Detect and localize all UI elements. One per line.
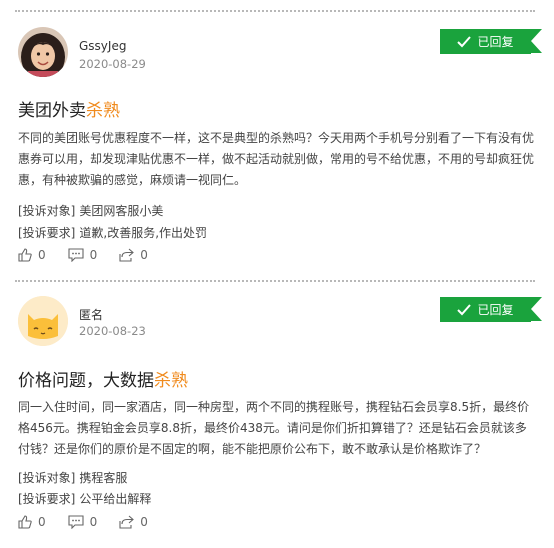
post-date: 2020-08-29 (79, 57, 146, 71)
target-value: 携程客服 (79, 471, 128, 485)
target-label: [投诉对象] (18, 471, 76, 485)
request-label: [投诉要求] (18, 492, 76, 506)
share-icon (119, 248, 135, 262)
request-value: 道歉,改善服务,作出处罚 (79, 226, 208, 240)
replied-badge: 已回复 (440, 297, 542, 322)
post-actions: 0 0 0 (18, 515, 148, 529)
check-icon (457, 303, 472, 315)
check-icon (457, 35, 472, 47)
avatar[interactable] (18, 296, 68, 346)
complaint-target: [投诉对象] 携程客服 (18, 469, 127, 486)
complaint-request: [投诉要求] 公平给出解释 (18, 490, 151, 507)
username[interactable]: GssyJeg (79, 39, 126, 53)
request-value: 公平给出解释 (79, 492, 152, 506)
post-body: 同一入住时间，同一家酒店，同一种房型，两个不同的携程账号，携程钻石会员享8.5折… (18, 400, 530, 456)
like-button[interactable]: 0 (18, 515, 46, 529)
thumbs-up-icon (18, 515, 32, 529)
title-highlight: 杀熟 (86, 101, 120, 121)
target-value: 美团网客服小美 (79, 204, 164, 218)
title-highlight: 杀熟 (154, 371, 188, 391)
share-button[interactable]: 0 (119, 248, 148, 262)
like-count: 0 (38, 515, 46, 529)
replied-badge: 已回复 (440, 29, 542, 54)
target-label: [投诉对象] (18, 204, 76, 218)
post-date: 2020-08-23 (79, 324, 146, 338)
post-actions: 0 0 0 (18, 248, 148, 262)
complaint-target: [投诉对象] 美团网客服小美 (18, 202, 163, 219)
complaint-request: [投诉要求] 道歉,改善服务,作出处罚 (18, 224, 207, 241)
post-body: 不同的美团账号优惠程度不一样，这不是典型的杀熟吗？今天用两个手机号分别看了一下有… (18, 131, 535, 187)
share-count: 0 (140, 515, 148, 529)
top-divider (15, 10, 535, 12)
share-icon (119, 515, 135, 529)
badge-label: 已回复 (477, 303, 514, 317)
post-divider (15, 280, 535, 282)
comment-icon (68, 248, 84, 262)
request-label: [投诉要求] (18, 226, 76, 240)
badge-label: 已回复 (477, 35, 514, 49)
post-title[interactable]: 价格问题，大数据杀熟 (18, 366, 188, 391)
title-text: 美团外卖 (18, 101, 86, 121)
comment-icon (68, 515, 84, 529)
title-text: 价格问题，大数据 (18, 371, 154, 391)
like-count: 0 (38, 248, 46, 262)
username[interactable]: 匿名 (79, 306, 103, 323)
post-title[interactable]: 美团外卖杀熟 (18, 96, 120, 121)
comment-count: 0 (89, 248, 98, 262)
share-count: 0 (140, 248, 148, 262)
comment-button[interactable]: 0 (68, 515, 98, 529)
comment-count: 0 (89, 515, 98, 529)
avatar[interactable] (18, 27, 68, 77)
comment-button[interactable]: 0 (68, 248, 98, 262)
share-button[interactable]: 0 (119, 515, 148, 529)
thumbs-up-icon (18, 248, 32, 262)
like-button[interactable]: 0 (18, 248, 46, 262)
